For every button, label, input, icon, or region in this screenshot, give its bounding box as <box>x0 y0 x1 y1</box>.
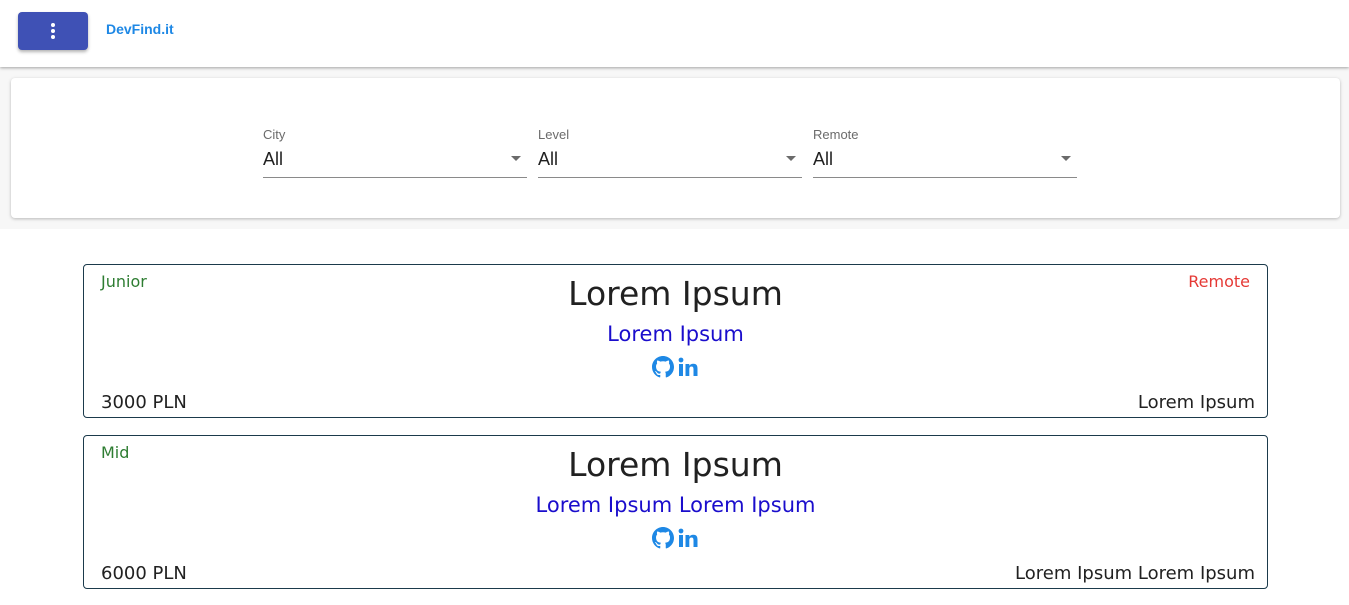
city-select[interactable]: City All <box>263 127 527 179</box>
remote-select-label: Remote <box>813 127 859 142</box>
filter-card: City All Level All Remote All <box>11 78 1340 218</box>
github-icon[interactable] <box>652 527 674 549</box>
developer-name: Lorem Ipsum <box>568 274 783 313</box>
developer-name: Lorem Ipsum <box>568 445 783 484</box>
tech-stack: Lorem Ipsum Lorem Ipsum <box>1015 563 1255 584</box>
menu-button[interactable] <box>18 12 88 50</box>
level-select-value[interactable]: All <box>538 149 558 170</box>
select-underline <box>263 177 527 178</box>
developer-card[interactable]: Junior Remote Lorem Ipsum Lorem Ipsum 30… <box>83 264 1268 418</box>
app-bar: DevFind.it <box>0 0 1349 67</box>
caret-down-icon[interactable] <box>1061 156 1071 161</box>
city-select-value[interactable]: All <box>263 149 283 170</box>
developer-title: Lorem Ipsum Lorem Ipsum <box>535 493 816 517</box>
remote-select[interactable]: Remote All <box>813 127 1077 179</box>
developer-title: Lorem Ipsum <box>607 322 744 346</box>
caret-down-icon[interactable] <box>511 156 521 161</box>
level-select[interactable]: Level All <box>538 127 802 179</box>
select-underline <box>813 177 1077 178</box>
social-links <box>84 527 1267 549</box>
city-select-label: City <box>263 127 286 142</box>
salary-value: 3000 PLN <box>101 392 187 413</box>
linkedin-icon[interactable] <box>677 356 699 378</box>
salary-value: 6000 PLN <box>101 563 187 584</box>
tech-stack: Lorem Ipsum <box>1137 392 1255 413</box>
dots-vertical-icon <box>51 23 55 39</box>
remote-select-value[interactable]: All <box>813 149 833 170</box>
select-underline <box>538 177 802 178</box>
caret-down-icon[interactable] <box>786 156 796 161</box>
developer-card[interactable]: Mid Lorem Ipsum Lorem Ipsum Lorem Ipsum … <box>83 435 1268 589</box>
linkedin-icon[interactable] <box>677 527 699 549</box>
social-links <box>84 356 1267 378</box>
level-select-label: Level <box>538 127 570 142</box>
github-icon[interactable] <box>652 356 674 378</box>
brand-link[interactable]: DevFind.it <box>106 21 174 37</box>
